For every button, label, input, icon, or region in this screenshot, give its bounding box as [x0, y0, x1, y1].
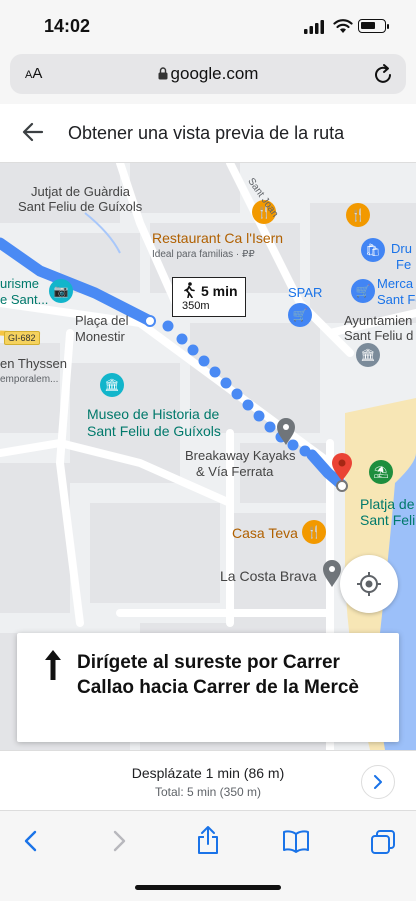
url-display: google.com [10, 64, 406, 84]
label-platja-1: Platja de [360, 496, 415, 512]
step-summary: Desplázate 1 min (86 m) [131, 765, 285, 781]
label-turisme-2: e Sant... [0, 292, 49, 307]
direction-text: Dirígete al sureste por Carrer Callao ha… [77, 652, 359, 698]
museum-pin-icon[interactable]: 🏛 [100, 373, 124, 397]
label-dru-1: Dru [391, 241, 412, 256]
walking-icon [184, 282, 195, 298]
label-kayaks-2: & Vía Ferrata [196, 464, 274, 479]
label-turisme-1: urisme [0, 276, 40, 291]
straight-arrow-icon [45, 650, 61, 680]
page-title: Obtener una vista previa de la ruta [68, 123, 345, 143]
label-placa-2: Monestir [75, 329, 125, 344]
total-summary: Total: 5 min (350 m) [154, 785, 262, 799]
label-restaurant-name: Restaurant Ca l'Isern [152, 230, 284, 246]
browser-forward-icon[interactable] [110, 829, 128, 853]
label-placa-1: Plaça del [75, 313, 129, 328]
walk-time-badge: 5 min 350m [172, 277, 246, 317]
shopping-pin-icon[interactable]: 🛍 [361, 238, 385, 262]
label-costa-brava: La Costa Brava [220, 568, 317, 584]
browser-back-icon[interactable] [22, 829, 40, 853]
destination-dot [336, 480, 348, 492]
label-platja-2: Sant Feli [360, 512, 416, 528]
lock-icon [158, 67, 168, 80]
status-bar: 14:02 [0, 0, 416, 50]
back-arrow-icon[interactable] [22, 122, 44, 142]
label-dru-2: Fe [396, 257, 412, 272]
label-thyssen-2: emporalem... [0, 374, 59, 385]
wifi-icon [333, 19, 353, 33]
label-thyssen-1: en Thyssen [0, 356, 67, 371]
cellular-signal-icon [304, 20, 324, 34]
casa-teva-pin-icon[interactable]: 🍴 [302, 520, 326, 544]
label-ayuntamiento-1: Ayuntamien [344, 313, 413, 328]
spar-cart-icon[interactable]: 🛒 [288, 303, 312, 327]
label-museo-2: Sant Feliu de Guíxols [87, 423, 221, 439]
label-mercat-1: Merca [377, 276, 414, 291]
label-ayuntamiento-2: Sant Feliu d [344, 328, 414, 343]
origin-marker [144, 315, 156, 327]
battery-icon [358, 19, 389, 33]
city-hall-icon[interactable]: 🏛 [356, 343, 380, 367]
my-location-button[interactable] [340, 555, 398, 613]
label-restaurant-sub: Ideal para familias · ₽₽ [152, 249, 255, 260]
label-spar: SPAR [288, 285, 323, 300]
label-jutjat-2: Sant Feliu de Guíxols [18, 199, 143, 214]
route-summary-bar: Desplázate 1 min (86 m) Total: 5 min (35… [0, 750, 416, 811]
market-cart-icon[interactable]: 🛒 [351, 279, 375, 303]
label-casa-teva: Casa Teva [232, 525, 298, 541]
label-museo-1: Museo de Historia de [87, 406, 220, 422]
label-jutjat-1: Jutjat de Guàrdia [31, 184, 131, 199]
bookmarks-icon[interactable] [282, 829, 310, 853]
status-time: 14:02 [44, 16, 91, 36]
road-badge-gi682: GI-682 [4, 331, 40, 345]
url-host: google.com [170, 64, 259, 83]
walk-time: 5 min [201, 283, 238, 299]
page-header: Obtener una vista previa de la ruta [0, 104, 416, 163]
restaurant-pin-icon-2[interactable]: 🍴 [346, 203, 370, 227]
my-location-icon [357, 572, 381, 596]
home-indicator[interactable] [135, 885, 281, 890]
beach-pin-icon[interactable]: ⛱ [369, 460, 393, 484]
label-mercat-2: Sant Fe [377, 292, 416, 307]
reload-icon[interactable] [374, 63, 394, 85]
chevron-right-icon [374, 775, 382, 789]
next-step-button[interactable] [361, 765, 395, 799]
tourism-camera-icon[interactable]: 📷 [49, 279, 73, 303]
label-kayaks-1: Breakaway Kayaks [185, 448, 296, 463]
walk-distance: 350m [182, 300, 210, 312]
address-bar[interactable]: AA google.com [10, 54, 406, 94]
share-icon[interactable] [196, 825, 220, 855]
tabs-icon[interactable] [370, 829, 396, 855]
direction-card[interactable]: Dirígete al sureste por Carrer Callao ha… [17, 633, 399, 742]
